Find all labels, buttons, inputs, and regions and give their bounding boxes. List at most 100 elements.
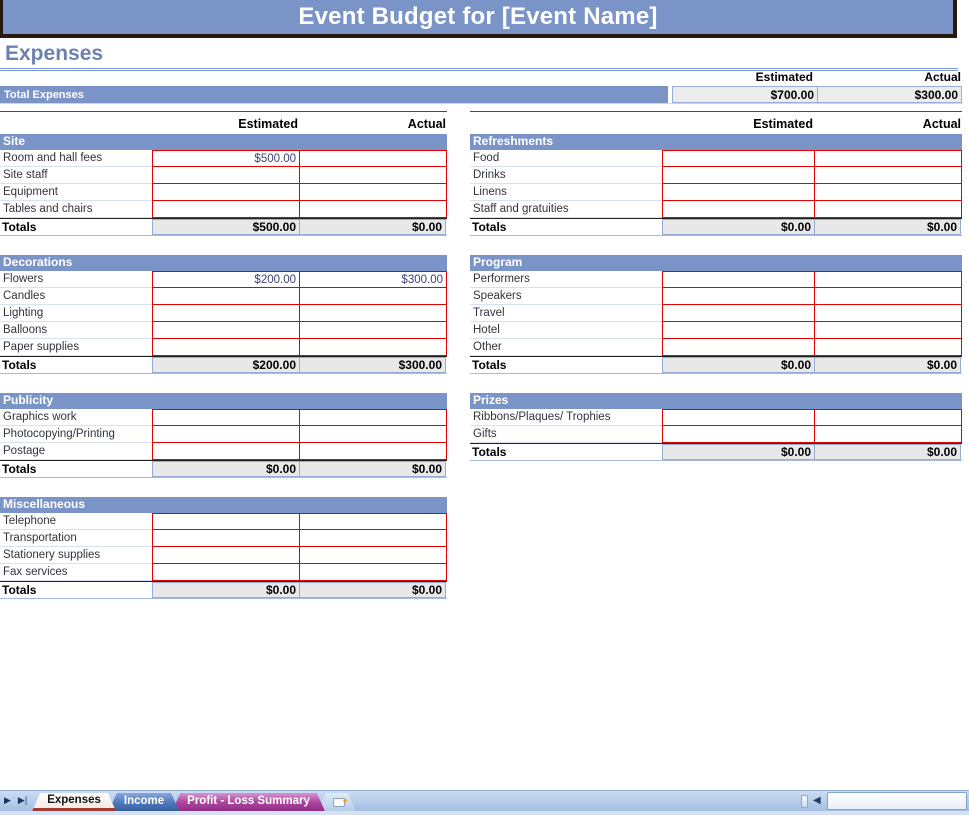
estimated-input-cell[interactable]: $500.00 (152, 150, 300, 167)
row-label: Linens (470, 184, 662, 201)
actual-input-cell[interactable] (815, 271, 962, 288)
estimated-input-cell[interactable] (152, 305, 300, 322)
actual-column-header: Actual (300, 117, 447, 131)
estimated-input-cell[interactable] (662, 271, 815, 288)
estimated-input-cell[interactable] (152, 530, 300, 547)
actual-input-cell[interactable] (300, 443, 447, 460)
left-column: EstimatedActualSiteRoom and hall fees$50… (0, 111, 447, 618)
actual-input-cell[interactable] (815, 150, 962, 167)
actual-input-cell[interactable] (815, 322, 962, 339)
estimated-input-cell[interactable] (152, 184, 300, 201)
actual-input-cell[interactable] (300, 530, 447, 547)
actual-input-cell[interactable] (815, 426, 962, 443)
next-sheet-icon[interactable]: ▶ (4, 796, 11, 805)
section-header-miscellaneous: Miscellaneous (0, 497, 447, 513)
budget-table-refreshments: EstimatedActual RefreshmentsFoodDrinksLin… (470, 111, 962, 236)
table-row: Site staff (0, 167, 447, 184)
estimated-input-cell[interactable] (662, 150, 815, 167)
scroll-left-icon[interactable]: ◀ (813, 795, 821, 806)
totals-label: Totals (0, 219, 152, 235)
estimated-input-cell[interactable] (152, 513, 300, 530)
actual-input-cell[interactable]: $300.00 (300, 271, 447, 288)
actual-input-cell[interactable] (300, 564, 447, 581)
totals-actual-cell: $0.00 (299, 219, 446, 235)
table-row: Drinks (470, 167, 962, 184)
row-label: Graphics work (0, 409, 152, 426)
estimated-input-cell[interactable] (662, 339, 815, 356)
actual-input-cell[interactable] (815, 201, 962, 218)
sheet-heading: Expenses (0, 42, 958, 71)
actual-input-cell[interactable] (300, 409, 447, 426)
actual-input-cell[interactable] (300, 288, 447, 305)
estimated-input-cell[interactable] (662, 201, 815, 218)
totals-actual-cell: $0.00 (299, 582, 446, 598)
summary-estimated-header: Estimated (669, 70, 815, 84)
tab-profit-loss-summary[interactable]: Profit - Loss Summary (172, 793, 325, 811)
estimated-input-cell[interactable]: $200.00 (152, 271, 300, 288)
tab-expenses[interactable]: Expenses (32, 793, 116, 811)
estimated-input-cell[interactable] (662, 288, 815, 305)
table-row: Speakers (470, 288, 962, 305)
estimated-input-cell[interactable] (662, 167, 815, 184)
row-label: Stationery supplies (0, 547, 152, 564)
totals-row: Totals$0.00$0.00 (470, 443, 962, 461)
estimated-input-cell[interactable] (152, 288, 300, 305)
totals-row: Totals$0.00$0.00 (470, 218, 962, 236)
actual-input-cell[interactable] (300, 167, 447, 184)
estimated-column-header: Estimated (662, 117, 815, 131)
section-header-refreshments: Refreshments (470, 134, 962, 150)
table-row: Gifts (470, 426, 962, 443)
row-label: Staff and gratuities (470, 201, 662, 218)
estimated-input-cell[interactable] (152, 167, 300, 184)
estimated-input-cell[interactable] (662, 426, 815, 443)
estimated-input-cell[interactable] (152, 201, 300, 218)
row-label: Tables and chairs (0, 201, 152, 218)
row-label: Hotel (470, 322, 662, 339)
table-row: Flowers$200.00$300.00 (0, 271, 447, 288)
table-row: Postage (0, 443, 447, 460)
actual-input-cell[interactable] (815, 305, 962, 322)
estimated-input-cell[interactable] (152, 409, 300, 426)
totals-label: Totals (470, 444, 662, 460)
actual-input-cell[interactable] (300, 547, 447, 564)
actual-input-cell[interactable] (300, 305, 447, 322)
table-row: Staff and gratuities (470, 201, 962, 218)
horizontal-scrollbar-thumb[interactable] (827, 792, 967, 810)
estimated-input-cell[interactable] (152, 564, 300, 581)
section-header-decorations: Decorations (0, 255, 447, 271)
actual-input-cell[interactable] (815, 288, 962, 305)
actual-input-cell[interactable] (815, 339, 962, 356)
actual-input-cell[interactable] (300, 201, 447, 218)
actual-input-cell[interactable] (300, 426, 447, 443)
actual-input-cell[interactable] (300, 184, 447, 201)
table-rows: FoodDrinksLinensStaff and gratuities (470, 150, 962, 218)
estimated-input-cell[interactable] (152, 322, 300, 339)
actual-input-cell[interactable] (815, 184, 962, 201)
actual-column-header: Actual (815, 117, 962, 131)
totals-estimated-cell: $0.00 (662, 357, 815, 373)
row-label: Fax services (0, 564, 152, 581)
tab-splitter-handle[interactable] (801, 795, 808, 808)
estimated-input-cell[interactable] (152, 339, 300, 356)
estimated-input-cell[interactable] (662, 409, 815, 426)
actual-input-cell[interactable] (300, 339, 447, 356)
actual-input-cell[interactable] (300, 322, 447, 339)
table-row: Tables and chairs (0, 201, 447, 218)
estimated-input-cell[interactable] (662, 184, 815, 201)
row-label: Room and hall fees (0, 150, 152, 167)
estimated-input-cell[interactable] (152, 443, 300, 460)
totals-row: Totals$0.00$0.00 (0, 460, 447, 478)
estimated-input-cell[interactable] (662, 322, 815, 339)
actual-input-cell[interactable] (815, 167, 962, 184)
estimated-input-cell[interactable] (152, 547, 300, 564)
tab-income[interactable]: Income (109, 793, 179, 811)
actual-input-cell[interactable] (300, 150, 447, 167)
actual-input-cell[interactable] (815, 409, 962, 426)
estimated-input-cell[interactable] (662, 305, 815, 322)
actual-input-cell[interactable] (300, 513, 447, 530)
estimated-input-cell[interactable] (152, 426, 300, 443)
column-header-spacer (470, 117, 662, 131)
last-sheet-icon[interactable]: ▶| (18, 796, 27, 805)
budget-table-miscellaneous: MiscellaneousTelephoneTransportationStat… (0, 497, 447, 599)
row-label: Candles (0, 288, 152, 305)
